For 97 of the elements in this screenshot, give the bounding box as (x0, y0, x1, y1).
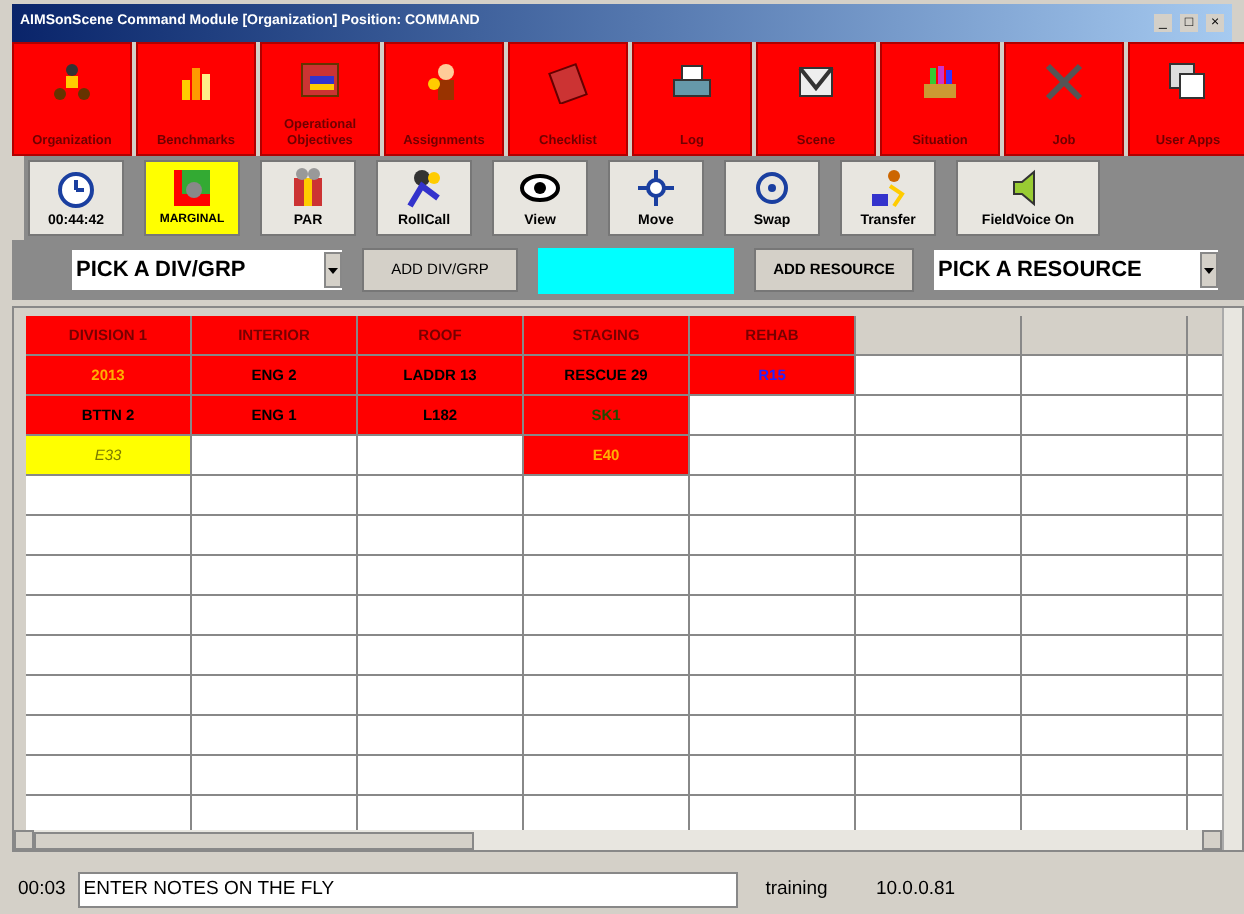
grid-cell[interactable] (856, 516, 1020, 554)
grid-cell[interactable] (192, 756, 356, 794)
grid-cell[interactable] (856, 596, 1020, 634)
entry-field[interactable] (538, 247, 734, 293)
grid-cell[interactable] (690, 596, 854, 634)
column-header[interactable] (856, 316, 1020, 354)
grid-cell[interactable] (524, 676, 688, 714)
grid-cell[interactable] (1022, 476, 1186, 514)
grid-cell[interactable] (690, 636, 854, 674)
grid-cell[interactable] (358, 756, 522, 794)
grid-cell[interactable] (690, 716, 854, 754)
grid-cell[interactable] (26, 716, 190, 754)
grid-cell[interactable] (1022, 636, 1186, 674)
grid-cell[interactable] (1022, 796, 1186, 830)
grid-cell[interactable] (26, 596, 190, 634)
grid-cell[interactable] (358, 676, 522, 714)
grid-cell[interactable] (690, 396, 854, 434)
grid-cell[interactable] (1022, 556, 1186, 594)
grid-cell[interactable] (856, 716, 1020, 754)
basket-icon (918, 60, 962, 104)
grid-cell[interactable] (358, 596, 522, 634)
grid-cell[interactable] (524, 756, 688, 794)
grid-cell[interactable] (1022, 596, 1186, 634)
grid-cell[interactable] (690, 556, 854, 594)
grid-cell[interactable] (358, 556, 522, 594)
address-label: 10.0.0.81 (873, 875, 958, 904)
crosshair-icon (634, 166, 678, 210)
grid-cell[interactable] (1022, 396, 1186, 434)
grid-cell[interactable] (192, 716, 356, 754)
status-square-icon (170, 166, 214, 210)
grid-cell[interactable] (690, 756, 854, 794)
grid-cell[interactable] (1022, 436, 1186, 474)
grid-cell[interactable] (1022, 756, 1186, 794)
grid-cell[interactable] (690, 676, 854, 714)
tools-icon (1042, 60, 1086, 104)
grid-cell[interactable] (358, 716, 522, 754)
grid-cell[interactable] (690, 516, 854, 554)
grid-cell[interactable] (524, 596, 688, 634)
scroll-right-icon[interactable] (1202, 830, 1222, 850)
grid-cell[interactable] (1022, 676, 1186, 714)
grid-cell[interactable] (1022, 356, 1186, 394)
scroll-thumb[interactable] (34, 831, 474, 849)
grid-cell[interactable] (26, 476, 190, 514)
grid-cell[interactable] (358, 636, 522, 674)
grid-cell[interactable] (856, 756, 1020, 794)
grid-cell[interactable] (856, 436, 1020, 474)
figure-icon (402, 166, 446, 210)
grid-cell[interactable] (192, 596, 356, 634)
grid-cell[interactable] (192, 556, 356, 594)
horizontal-scrollbar[interactable] (14, 830, 1222, 850)
resource-dropdown[interactable]: PICK A RESOURCE (934, 250, 1218, 290)
grid-cell[interactable] (856, 356, 1020, 394)
grid-cell[interactable] (192, 796, 356, 830)
grid-cell[interactable] (358, 436, 522, 474)
clock-icon (54, 166, 98, 210)
windows-icon (1166, 60, 1210, 104)
grid-cell[interactable] (192, 476, 356, 514)
grid-cell[interactable] (358, 476, 522, 514)
mode-label: training (763, 875, 830, 904)
grid-cell[interactable] (192, 676, 356, 714)
vertical-scrollbar[interactable] (1222, 308, 1242, 850)
grid-cell[interactable] (690, 436, 854, 474)
people-icon (50, 60, 94, 104)
grid-cell[interactable] (192, 636, 356, 674)
grid-cell[interactable] (524, 796, 688, 830)
grid-cell[interactable] (26, 516, 190, 554)
grid-cell[interactable] (358, 796, 522, 830)
grid-cell[interactable] (524, 556, 688, 594)
grid-cell[interactable] (26, 796, 190, 830)
grid-cell[interactable] (856, 476, 1020, 514)
grid-cell[interactable] (856, 676, 1020, 714)
grid-cell[interactable] (26, 636, 190, 674)
grid-cell[interactable] (1022, 716, 1186, 754)
column-header[interactable] (1022, 316, 1186, 354)
grid-cell[interactable] (26, 676, 190, 714)
grid-cell[interactable] (856, 636, 1020, 674)
grid-cell[interactable] (26, 756, 190, 794)
grid-cell[interactable] (690, 796, 854, 830)
grid-cell[interactable] (192, 516, 356, 554)
scroll-left-icon[interactable] (14, 830, 34, 850)
grid-cell[interactable] (1022, 516, 1186, 554)
division-dropdown[interactable]: PICK A DIV/GRP (72, 250, 342, 290)
grid-cell[interactable] (26, 556, 190, 594)
grid-cell[interactable] (524, 476, 688, 514)
elapsed-time: 00:03 (16, 875, 68, 904)
grid-cell[interactable] (856, 796, 1020, 830)
figure-icon (866, 166, 910, 210)
grid-cell[interactable] (358, 516, 522, 554)
grid-cell[interactable] (524, 716, 688, 754)
grid-cell[interactable] (856, 556, 1020, 594)
grid-cell[interactable] (856, 396, 1020, 434)
grid-cell[interactable] (690, 476, 854, 514)
notes-field[interactable]: ENTER NOTES ON THE FLY (77, 872, 738, 908)
grid-cell[interactable] (524, 636, 688, 674)
grid-cell[interactable] (524, 516, 688, 554)
grid-cell[interactable] (192, 436, 356, 474)
swap-icon (750, 166, 794, 210)
